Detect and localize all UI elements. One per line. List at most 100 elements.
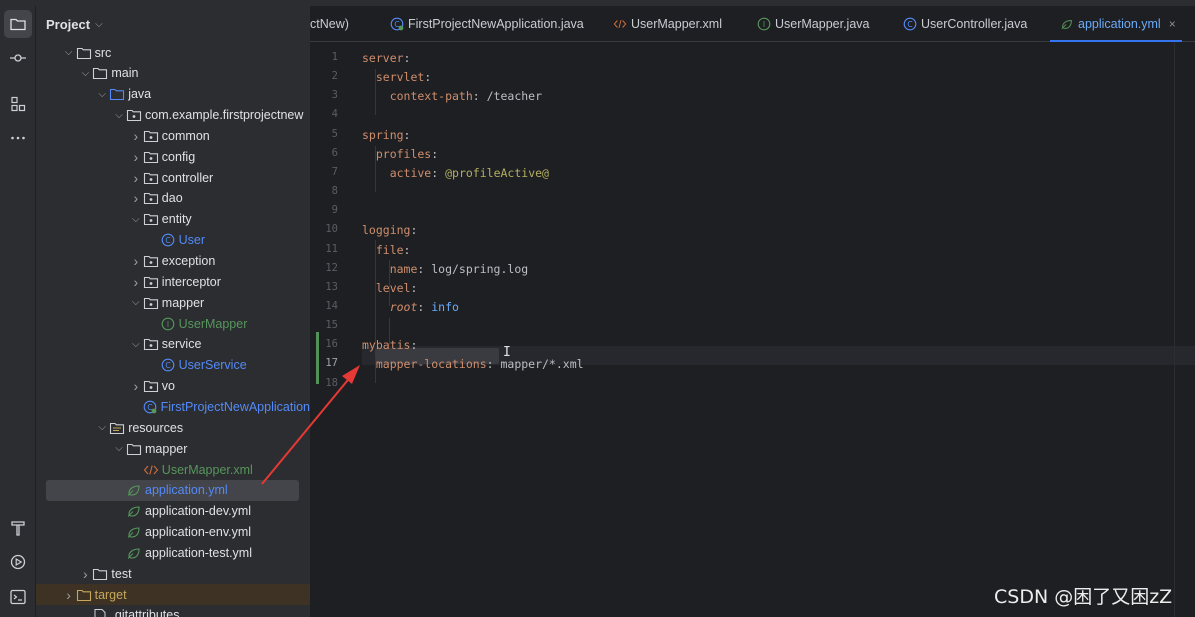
code-editor[interactable]: server: servlet: context-path: /teacher s… (362, 42, 1195, 617)
tree-item-userservice[interactable]: C UserService (36, 355, 310, 376)
tree-item-resources[interactable]: ⌵ resources (36, 417, 310, 438)
code-line[interactable]: active: @profileActive@ (362, 164, 549, 183)
tab-label: application.yml (1078, 17, 1161, 31)
line-number: 13 (325, 280, 338, 293)
chevron-right-icon[interactable]: › (62, 587, 76, 603)
tab-firstprojectnewapplication-java[interactable]: C FirstProjectNewApplication.java (390, 6, 584, 42)
tree-item-com-example-firstprojectnew[interactable]: ⌵ com.example.firstprojectnew (36, 105, 310, 126)
tree-item-config[interactable]: › config (36, 146, 310, 167)
tree-item-controller[interactable]: › controller (36, 167, 310, 188)
tree-item-application-test-yml[interactable]: application-test.yml (36, 542, 310, 563)
tree-item-firstprojectnewapplication[interactable]: C FirstProjectNewApplication (36, 396, 310, 417)
tree-item-service[interactable]: ⌵ service (36, 334, 310, 355)
tree-item-entity[interactable]: ⌵ entity (36, 209, 310, 230)
tree-item-main[interactable]: ⌵ main (36, 63, 310, 84)
code-line[interactable]: name: log/spring.log (362, 260, 528, 279)
chevron-right-icon[interactable]: › (129, 149, 143, 165)
chevron-down-icon[interactable]: ⌵ (62, 47, 76, 58)
code-token: logging (362, 223, 411, 238)
tree-item-application-yml[interactable]: application.yml (36, 479, 310, 501)
tree-item-application-dev-yml[interactable]: application-dev.yml (36, 501, 310, 522)
chevron-right-icon[interactable]: › (129, 170, 143, 186)
project-tool-button[interactable] (4, 10, 32, 38)
chevron-down-icon[interactable]: ⌵ (112, 443, 126, 454)
code-token: : (410, 280, 418, 295)
package-icon (143, 379, 159, 393)
project-header[interactable]: Project ⌵ (36, 6, 310, 42)
code-line[interactable]: spring: (362, 126, 410, 145)
more-tools-button[interactable] (4, 124, 32, 152)
watermark: CSDN @困了又困zZ (994, 586, 1173, 608)
tree-item-common[interactable]: › common (36, 125, 310, 146)
tree-item-exception[interactable]: › exception (36, 251, 310, 272)
tab-application-yml[interactable]: application.yml × (1050, 6, 1182, 42)
chevron-down-icon[interactable]: ⌵ (95, 422, 109, 433)
tree-item-src[interactable]: ⌵ src (36, 42, 310, 63)
tree-item-usermapper-xml[interactable]: UserMapper.xml (36, 459, 310, 480)
code-line[interactable]: context-path: /teacher (362, 87, 542, 106)
tree-item-dao[interactable]: › dao (36, 188, 310, 209)
tree-item-usermapper[interactable]: I UserMapper (36, 313, 310, 334)
chevron-right-icon[interactable]: › (129, 190, 143, 206)
chevron-right-icon[interactable]: › (129, 253, 143, 269)
tree-item-user[interactable]: C User (36, 230, 310, 251)
code-line[interactable]: logging: (362, 221, 417, 240)
chevron-down-icon[interactable]: ⌵ (95, 19, 103, 30)
svg-text:I: I (763, 20, 765, 29)
chevron-down-icon[interactable]: ⌵ (129, 297, 143, 308)
code-line[interactable]: servlet: (362, 68, 431, 87)
tab-usermapper-xml[interactable]: UserMapper.xml (613, 6, 722, 42)
yaml-file-icon (126, 483, 142, 497)
chevron-down-icon[interactable]: ⌵ (78, 68, 92, 79)
code-line[interactable]: file: (362, 241, 411, 260)
tree-item-label: target (94, 587, 127, 602)
tab-ctnew[interactable]: ctNew) (310, 6, 349, 42)
yaml-file-icon (126, 504, 142, 518)
tree-item-mapper[interactable]: ⌵ mapper (36, 438, 310, 459)
tree-item-mapper[interactable]: ⌵ mapper (36, 292, 310, 313)
tree-item-label: com.example.firstprojectnew (145, 108, 304, 123)
code-line[interactable]: level: (362, 279, 418, 298)
line-number: 1 (331, 51, 338, 63)
terminal-tool-button[interactable] (4, 583, 32, 611)
tree-item-target[interactable]: › target (36, 584, 310, 606)
code-line[interactable]: mapper-locations: mapper/*.xml (362, 355, 584, 374)
tab-usercontroller-java[interactable]: C UserController.java (903, 6, 1027, 42)
chevron-right-icon[interactable]: › (129, 378, 143, 394)
code-line[interactable]: server: (362, 49, 410, 68)
more-icon (11, 136, 25, 140)
tree-item-application-env-yml[interactable]: application-env.yml (36, 522, 310, 543)
chevron-right-icon[interactable]: › (129, 128, 143, 144)
structure-tool-button[interactable] (4, 90, 32, 118)
chevron-down-icon[interactable]: ⌵ (112, 110, 126, 121)
package-icon (143, 171, 159, 185)
line-number: 14 (325, 299, 338, 312)
code-line[interactable]: profiles: (362, 145, 438, 164)
chevron-down-icon[interactable]: ⌵ (129, 339, 143, 350)
code-line[interactable]: root: info (362, 298, 459, 317)
tree-item-interceptor[interactable]: › interceptor (36, 271, 310, 292)
hammer-icon (11, 521, 25, 536)
chevron-down-icon[interactable]: ⌵ (95, 89, 109, 100)
tree-item-test[interactable]: › test (36, 563, 310, 584)
code-token: servlet (362, 70, 425, 85)
code-token: level (362, 280, 411, 295)
services-tool-button[interactable] (4, 548, 32, 576)
close-icon[interactable]: × (1169, 17, 1176, 31)
chevron-right-icon[interactable]: › (78, 566, 92, 582)
code-token: profiles (362, 146, 432, 161)
tab-usermapper-java[interactable]: I UserMapper.java (757, 6, 870, 42)
chevron-right-icon[interactable]: › (129, 274, 143, 290)
tree-item-vo[interactable]: › vo (36, 376, 310, 397)
commit-tool-button[interactable] (4, 44, 32, 72)
xml-file-icon (143, 463, 159, 477)
package-icon (143, 296, 159, 310)
build-tool-button[interactable] (4, 514, 32, 542)
code-line[interactable]: mybatis: (362, 336, 417, 355)
tree-item-java[interactable]: ⌵ java (36, 84, 310, 105)
excluded-folder-icon (76, 588, 92, 602)
chevron-down-icon[interactable]: ⌵ (129, 214, 143, 225)
code-token: : (403, 242, 411, 257)
tree-item-label: User (178, 233, 205, 248)
tree-item-gitattributes[interactable]: .gitattributes (36, 605, 310, 617)
